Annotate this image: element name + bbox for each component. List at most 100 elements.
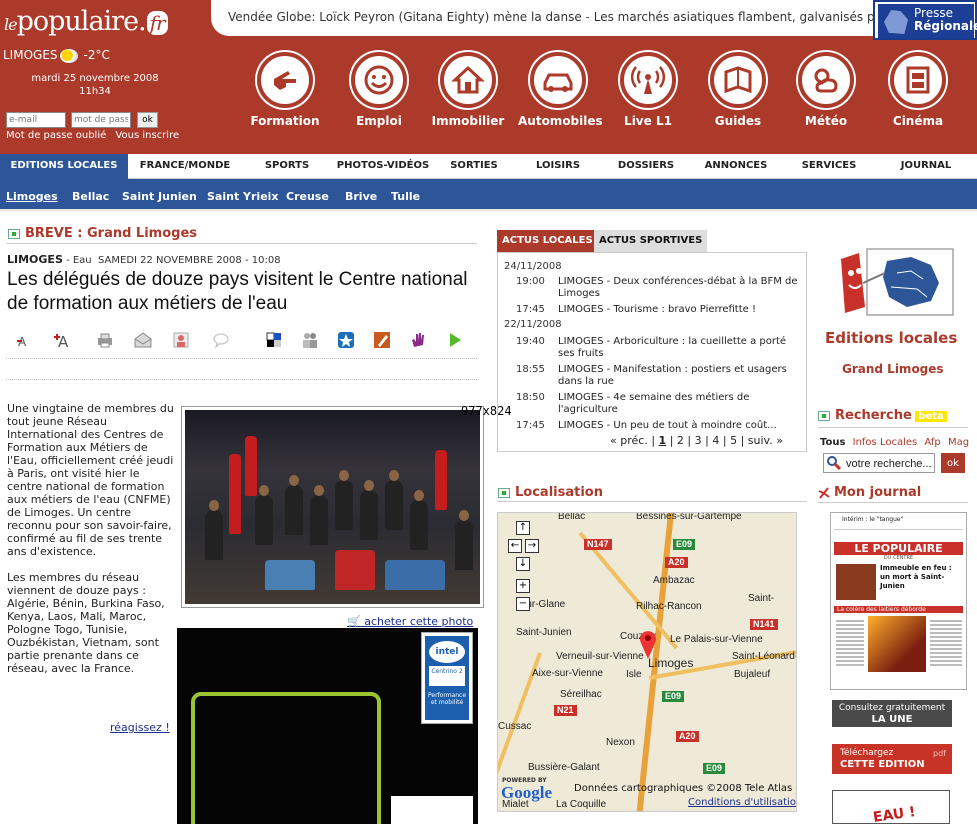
hand-icon[interactable] bbox=[409, 331, 427, 349]
pager-page-1[interactable]: 1 bbox=[659, 434, 667, 447]
text-larger-icon[interactable]: A bbox=[53, 331, 71, 351]
menu-france-monde[interactable]: FRANCE/MONDE bbox=[135, 154, 235, 179]
register-link[interactable]: Vous inscrire bbox=[115, 130, 179, 141]
menu-annonces[interactable]: ANNONCES bbox=[700, 154, 772, 179]
menu-editions-locales[interactable]: EDITIONS LOCALES bbox=[0, 154, 128, 179]
section-heading[interactable]: BREVE : Grand Limoges bbox=[8, 226, 197, 241]
news-item[interactable]: LIMOGES - Tourisme : bravo Pierrefitte ! bbox=[558, 304, 798, 316]
news-item[interactable]: LIMOGES - Manifestation : postiers et us… bbox=[558, 364, 798, 388]
divider bbox=[6, 243, 477, 244]
email-icon[interactable] bbox=[134, 331, 152, 349]
intel-advertisement[interactable]: intel Centrino 2 Performance et mobilité bbox=[177, 628, 478, 824]
map-pan-right[interactable]: → bbox=[525, 539, 539, 553]
pager-next[interactable]: suiv. » bbox=[748, 434, 783, 447]
nav-meteo[interactable]: Météo bbox=[786, 52, 866, 128]
pager-page-5[interactable]: 5 bbox=[730, 434, 737, 447]
nav-cinema[interactable]: Cinéma bbox=[878, 52, 958, 128]
newspaper-front-page[interactable]: Intérim : le "tangue" LE POPULAIRE DU CE… bbox=[830, 512, 967, 690]
site-logo[interactable]: lepopulaire. fr bbox=[4, 6, 188, 40]
nav-immobilier[interactable]: Immobilier bbox=[428, 52, 508, 128]
sun-cloud-icon bbox=[59, 48, 78, 63]
submenu-limoges[interactable]: Limoges bbox=[6, 179, 58, 211]
editions-locales-subtitle[interactable]: Grand Limoges bbox=[842, 362, 944, 376]
search-tab-mag[interactable]: Mag bbox=[948, 437, 969, 448]
nav-guides[interactable]: Guides bbox=[698, 52, 778, 128]
profile-icon[interactable] bbox=[172, 331, 190, 349]
pager-page-3[interactable]: 3 bbox=[695, 434, 702, 447]
delicious-icon[interactable] bbox=[265, 331, 283, 349]
nav-live-l1[interactable]: Live L1 bbox=[608, 52, 688, 128]
tab-actus-locales[interactable]: ACTUS LOCALES bbox=[497, 230, 598, 252]
news-item[interactable]: LIMOGES - Arboriculture : la cueillette … bbox=[558, 336, 798, 360]
menu-services[interactable]: SERVICES bbox=[795, 154, 863, 179]
weather-widget[interactable]: LIMOGES -2°C bbox=[3, 48, 110, 63]
presse-regionale-logo[interactable]: Presse Régionale bbox=[873, 0, 977, 40]
nav-formation[interactable]: Formation bbox=[245, 52, 325, 128]
news-item[interactable]: LIMOGES - Un peu de tout à moindre coût.… bbox=[558, 420, 798, 432]
text-smaller-icon[interactable]: A bbox=[16, 331, 34, 349]
news-ticker[interactable]: Vendée Globe: Loïck Peyron (Gitana Eight… bbox=[211, 0, 873, 36]
map-marker-icon[interactable] bbox=[638, 629, 658, 659]
menu-sorties[interactable]: SORTIES bbox=[443, 154, 505, 179]
menu-sports[interactable]: SPORTS bbox=[252, 154, 322, 179]
pdf-icon bbox=[818, 487, 830, 499]
pager-prev[interactable]: « préc. bbox=[610, 434, 648, 447]
email-field[interactable] bbox=[6, 112, 66, 128]
print-icon[interactable] bbox=[96, 331, 114, 349]
search-tab-tous[interactable]: Tous bbox=[820, 437, 845, 448]
consult-front-page-button[interactable]: Consultez gratuitement LA UNE bbox=[832, 700, 952, 727]
comment-icon[interactable] bbox=[212, 331, 230, 349]
section-icon bbox=[498, 488, 510, 498]
react-link[interactable]: réagissez ! bbox=[110, 721, 170, 734]
news-item[interactable]: LIMOGES - 4e semaine des métiers de l'ag… bbox=[558, 392, 798, 416]
menu-loisirs[interactable]: LOISIRS bbox=[527, 154, 589, 179]
google-logo[interactable]: Google bbox=[501, 783, 552, 803]
article-meta: LIMOGES - Eau SAMEDI 22 NOVEMBRE 2008 - … bbox=[7, 253, 281, 266]
tab-actus-sportives[interactable]: ACTUS SPORTIVES bbox=[594, 230, 708, 252]
submenu-bellac[interactable]: Bellac bbox=[72, 179, 109, 211]
map-pan-left[interactable]: ← bbox=[508, 539, 522, 553]
pager-page-4[interactable]: 4 bbox=[712, 434, 719, 447]
pager-page-2[interactable]: 2 bbox=[677, 434, 684, 447]
menu-journal[interactable]: JOURNAL bbox=[893, 154, 959, 179]
nav-automobiles[interactable]: Automobiles bbox=[518, 52, 603, 128]
ticker-item[interactable]: Les marchés asiatiques flambent, galvani… bbox=[594, 10, 873, 24]
section-icon bbox=[818, 411, 830, 421]
submenu-saint-junien[interactable]: Saint Junien bbox=[122, 179, 197, 211]
map-pan-down[interactable]: ↓ bbox=[516, 557, 530, 571]
download-edition-button[interactable]: Téléchargez CETTE EDITION pdf bbox=[832, 744, 952, 774]
weather-city: LIMOGES bbox=[3, 48, 58, 62]
search-tab-afp[interactable]: Afp bbox=[924, 437, 940, 448]
nav-emploi[interactable]: Emploi bbox=[339, 52, 419, 128]
password-field[interactable] bbox=[71, 112, 131, 128]
search-tab-infos-locales[interactable]: Infos Locales bbox=[853, 437, 918, 448]
ticker-item[interactable]: Vendée Globe: Loïck Peyron (Gitana Eight… bbox=[228, 10, 582, 24]
submenu-brive[interactable]: Brive bbox=[345, 179, 377, 211]
pen-icon[interactable] bbox=[373, 331, 391, 349]
editions-locales-title[interactable]: Editions locales bbox=[825, 329, 957, 347]
submenu-creuse[interactable]: Creuse bbox=[286, 179, 329, 211]
map-zoom-out[interactable]: − bbox=[516, 597, 530, 611]
promo-banner[interactable]: EAU ! bbox=[832, 790, 950, 824]
submenu-saint-yrieix[interactable]: Saint Yrieix bbox=[207, 179, 279, 211]
play-icon[interactable] bbox=[446, 331, 464, 349]
news-item[interactable]: LIMOGES - Deux conférences-débat à la BF… bbox=[558, 276, 798, 300]
star-icon[interactable] bbox=[337, 331, 355, 349]
map-terms-link[interactable]: Conditions d'utilisation bbox=[688, 797, 796, 808]
menu-dossiers[interactable]: DOSSIERS bbox=[612, 154, 680, 179]
people-icon[interactable] bbox=[301, 331, 319, 349]
editions-locales-illustration[interactable] bbox=[827, 243, 955, 321]
map-zoom-in[interactable]: + bbox=[516, 579, 530, 593]
submenu-tulle[interactable]: Tulle bbox=[391, 179, 420, 211]
article-photo[interactable] bbox=[181, 406, 484, 608]
search-button[interactable]: ok bbox=[941, 453, 965, 473]
map-copyright: Données cartographiques ©2008 Tele Atlas… bbox=[574, 783, 797, 794]
menu-photos-videos[interactable]: PHOTOS-VIDÉOS bbox=[333, 154, 433, 179]
buy-photo-link[interactable]: 🛒 acheter cette photo bbox=[347, 615, 473, 628]
antenna-icon bbox=[620, 52, 676, 108]
map-pan-up[interactable]: ↑ bbox=[516, 521, 530, 535]
login-button[interactable]: ok bbox=[137, 112, 158, 128]
group-photo-image bbox=[185, 410, 480, 604]
forgot-password-link[interactable]: Mot de passe oublié bbox=[6, 130, 106, 141]
google-map[interactable]: Bellac Bessines-sur-Gartempe Ambazac Ril… bbox=[497, 512, 797, 812]
